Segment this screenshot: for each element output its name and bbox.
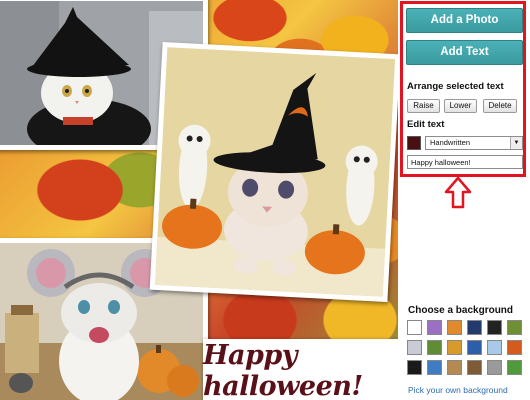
add-photo-button[interactable]: Add a Photo [406,8,523,33]
caption-text-input[interactable] [407,155,523,169]
add-text-button[interactable]: Add Text [406,40,523,65]
background-swatch-brown-pattern[interactable] [467,360,482,375]
pick-own-background-link[interactable]: Pick your own background [408,385,508,395]
font-select-value: Handwritten [430,138,471,147]
background-swatch-blue[interactable] [467,340,482,355]
background-swatch-wood[interactable] [447,360,462,375]
background-swatch-purple-pattern[interactable] [427,320,442,335]
background-heading: Choose a background [408,305,514,316]
caption-text: Happy halloween! [203,340,363,400]
background-swatch-navy[interactable] [467,320,482,335]
background-swatch-green-field[interactable] [507,360,522,375]
background-swatch-green-swirl[interactable] [427,340,442,355]
photo-image [154,47,396,297]
background-swatch-white[interactable] [407,320,422,335]
background-swatch-tile-pattern[interactable] [407,340,422,355]
photo-kitten-pumpkin-hat[interactable] [149,41,398,303]
kitten-pumpkin-illustration [154,47,396,297]
background-swatch-black-dots[interactable] [487,320,502,335]
arrange-heading: Arrange selected text [407,81,504,92]
background-swatch-black[interactable] [407,360,422,375]
background-swatch-gray[interactable] [487,360,502,375]
edit-text-heading: Edit text [407,119,445,130]
collage-canvas[interactable]: Happy halloween! [0,0,398,400]
background-swatch-light-blue[interactable] [487,340,502,355]
font-select[interactable]: Handwritten ▼ [425,136,523,150]
text-color-picker[interactable] [407,136,421,150]
lower-button[interactable]: Lower [444,99,477,113]
background-swatch-green[interactable] [507,320,522,335]
caption-text-card[interactable]: Happy halloween! [203,339,398,400]
background-swatch-blue-water[interactable] [427,360,442,375]
raise-button[interactable]: Raise [407,99,440,113]
chevron-down-icon[interactable]: ▼ [510,137,522,149]
background-swatch-orange-pattern[interactable] [447,320,462,335]
background-swatch-autumn-leaves[interactable] [507,340,522,355]
arrow-up-icon [444,176,472,209]
delete-button[interactable]: Delete [483,99,517,113]
background-swatch-orange-gold[interactable] [447,340,462,355]
